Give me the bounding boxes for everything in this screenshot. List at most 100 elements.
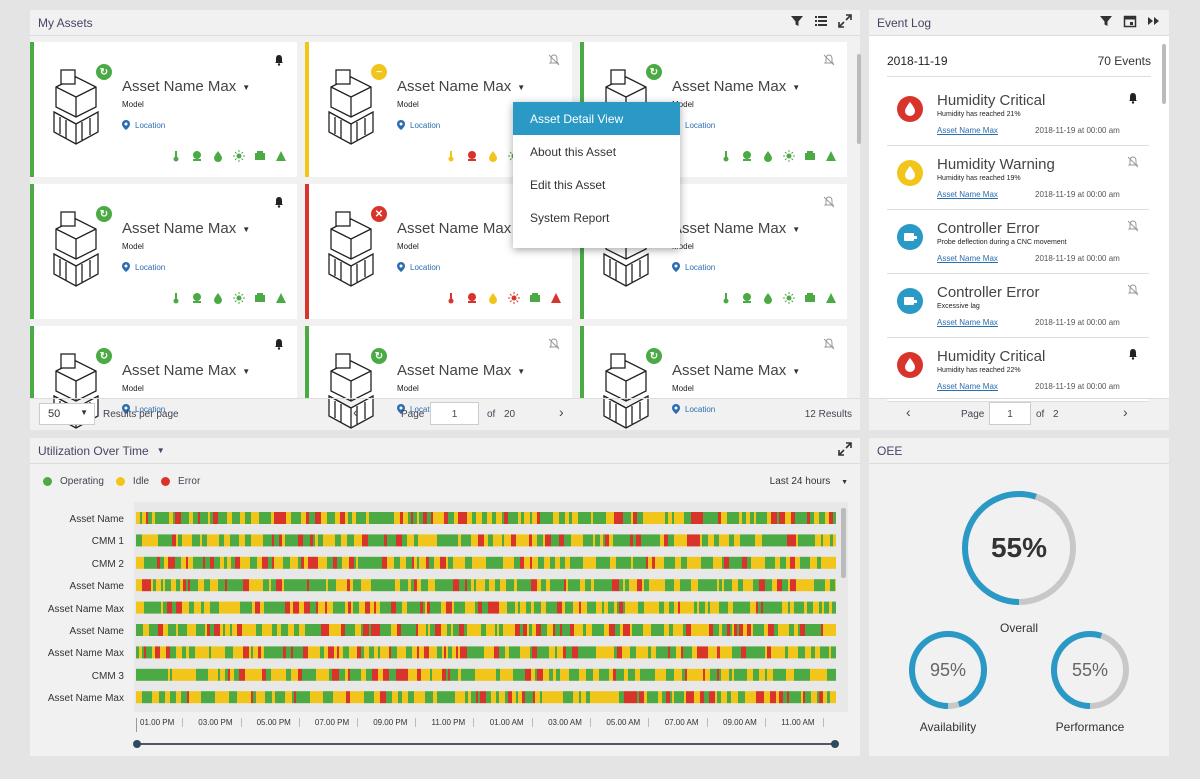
event-scrollbar[interactable] [1162, 44, 1166, 104]
event-item[interactable]: Controller Error Probe deflection during… [887, 210, 1149, 274]
bell-icon[interactable] [1127, 92, 1139, 104]
event-title: Humidity Critical [937, 92, 1046, 109]
assets-scrollbar[interactable] [857, 54, 861, 144]
bell-icon[interactable] [1127, 348, 1139, 360]
caret-down-icon[interactable]: ▼ [792, 225, 800, 234]
event-item[interactable]: Humidity Critical Humidity has reached 2… [887, 338, 1149, 402]
event-asset-link[interactable]: Asset Name Max [937, 318, 998, 327]
chevron-down-icon[interactable]: ▼ [157, 446, 165, 455]
prev-page-icon[interactable]: ‹ [353, 404, 358, 420]
caret-down-icon[interactable]: ▼ [242, 83, 250, 92]
asset-name[interactable]: Asset Name Max▼ [672, 78, 800, 95]
caret-down-icon[interactable]: ▼ [242, 367, 250, 376]
asset-name[interactable]: Asset Name Max▼ [397, 78, 525, 95]
next-page-icon[interactable]: › [559, 404, 564, 420]
thermometer-icon [448, 151, 454, 162]
timeline-bars [136, 512, 836, 704]
asset-name[interactable]: Asset Name Max▼ [122, 78, 250, 95]
caret-down-icon[interactable]: ▼ [517, 83, 525, 92]
event-asset-link[interactable]: Asset Name Max [937, 126, 998, 135]
bell-muted-icon[interactable] [1127, 220, 1139, 232]
menu-item-asset-detail-view[interactable]: Asset Detail View [513, 102, 680, 135]
slider-handle-start[interactable] [133, 740, 141, 748]
asset-card[interactable]: ↻ Asset Name Max▼ Model Location [305, 326, 572, 429]
expand-icon[interactable] [838, 442, 852, 456]
asset-card[interactable]: ↻ Asset Name Max▼ Model Location [580, 326, 847, 429]
asset-location[interactable]: Location [672, 262, 715, 272]
per-page-select[interactable]: 50 ▼ [39, 403, 95, 425]
prev-page-icon[interactable]: ‹ [906, 404, 911, 420]
asset-card[interactable]: ↻ Asset Name Max▼ Model Location [30, 184, 297, 319]
bell-muted-icon[interactable] [548, 338, 560, 350]
event-asset-link[interactable]: Asset Name Max [937, 190, 998, 199]
total-pages: 2 [1053, 409, 1059, 420]
caret-down-icon[interactable]: ▼ [792, 367, 800, 376]
level-icon [826, 151, 836, 161]
asset-model: Model [122, 242, 144, 251]
page-input[interactable]: 1 [430, 402, 479, 425]
bell-muted-icon[interactable] [1127, 156, 1139, 168]
event-asset-link[interactable]: Asset Name Max [937, 382, 998, 391]
event-title: Humidity Warning [937, 156, 1055, 173]
asset-card[interactable]: ↻ Asset Name Max▼ Model Location [30, 326, 297, 429]
bell-icon[interactable] [273, 196, 285, 208]
bell-muted-icon[interactable] [823, 196, 835, 208]
caret-down-icon[interactable]: ▼ [792, 83, 800, 92]
bell-muted-icon[interactable] [823, 338, 835, 350]
asset-name[interactable]: Asset Name Max▼ [122, 220, 250, 237]
time-tick: 05.00 AM [606, 718, 650, 727]
event-item[interactable]: Humidity Critical Humidity has reached 2… [887, 82, 1149, 146]
menu-item-system-report[interactable]: System Report [513, 201, 680, 234]
humidity-icon [764, 293, 772, 304]
asset-location[interactable]: Location [122, 262, 165, 272]
overall-value: 55% [990, 532, 1048, 563]
pressure-icon [743, 293, 751, 303]
expand-icon[interactable] [838, 14, 852, 28]
asset-name[interactable]: Asset Name Max▼ [397, 362, 525, 379]
asset-name[interactable]: Asset Name Max▼ [672, 220, 800, 237]
asset-card[interactable]: ↻ Asset Name Max▼ Model Location [30, 42, 297, 177]
fast-forward-icon[interactable] [1147, 14, 1161, 28]
asset-location[interactable]: Location [397, 262, 440, 272]
sensor-icons [720, 292, 837, 304]
asset-name[interactable]: Asset Name Max▼ [397, 220, 525, 237]
caret-down-icon[interactable]: ▼ [242, 225, 250, 234]
level-icon [826, 293, 836, 303]
asset-name[interactable]: Asset Name Max▼ [122, 362, 250, 379]
assets-pager: 50 ▼ Results per page ‹ Page 1 of 20 › 1… [30, 398, 860, 430]
page-input[interactable]: 1 [989, 402, 1031, 425]
caret-down-icon[interactable]: ▼ [517, 367, 525, 376]
utilization-row [136, 601, 836, 614]
utilization-row [136, 668, 836, 681]
range-select[interactable]: Last 24 hours ▼ [770, 476, 848, 487]
asset-name[interactable]: Asset Name Max▼ [672, 362, 800, 379]
next-page-icon[interactable]: › [1123, 404, 1128, 420]
list-view-icon[interactable] [814, 14, 828, 28]
time-range-slider[interactable] [133, 740, 839, 748]
event-asset-link[interactable]: Asset Name Max [937, 254, 998, 263]
bell-icon[interactable] [273, 338, 285, 350]
asset-location[interactable]: Location [122, 120, 165, 130]
menu-item-edit-asset[interactable]: Edit this Asset [513, 168, 680, 201]
my-assets-panel: My Assets ↻ Asset Name Max ▼ Model Locati… [30, 10, 861, 430]
filter-icon[interactable] [1099, 14, 1113, 28]
event-item[interactable]: Humidity Warning Humidity has reached 19… [887, 146, 1149, 210]
bell-muted-icon[interactable] [1127, 284, 1139, 296]
asset-location[interactable]: Location [397, 120, 440, 130]
bell-muted-icon[interactable] [548, 54, 560, 66]
per-page-label: Results per page [103, 409, 179, 420]
filter-icon[interactable] [790, 14, 804, 28]
humidity-icon [489, 151, 497, 162]
calendar-icon[interactable] [1123, 14, 1137, 28]
slider-handle-end[interactable] [831, 740, 839, 748]
time-tick: 09.00 AM [723, 718, 766, 727]
bell-muted-icon[interactable] [823, 54, 835, 66]
light-icon [233, 292, 245, 304]
time-tick: 03.00 AM [548, 718, 591, 727]
bell-icon[interactable] [273, 54, 285, 66]
menu-item-about-asset[interactable]: About this Asset [513, 135, 680, 168]
timeline-scrollbar[interactable] [841, 508, 846, 578]
event-item[interactable]: Controller Error Excessive lag Asset Nam… [887, 274, 1149, 338]
time-tick: 07.00 AM [665, 718, 708, 727]
asset-context-menu: Asset Detail View About this Asset Edit … [513, 102, 680, 248]
